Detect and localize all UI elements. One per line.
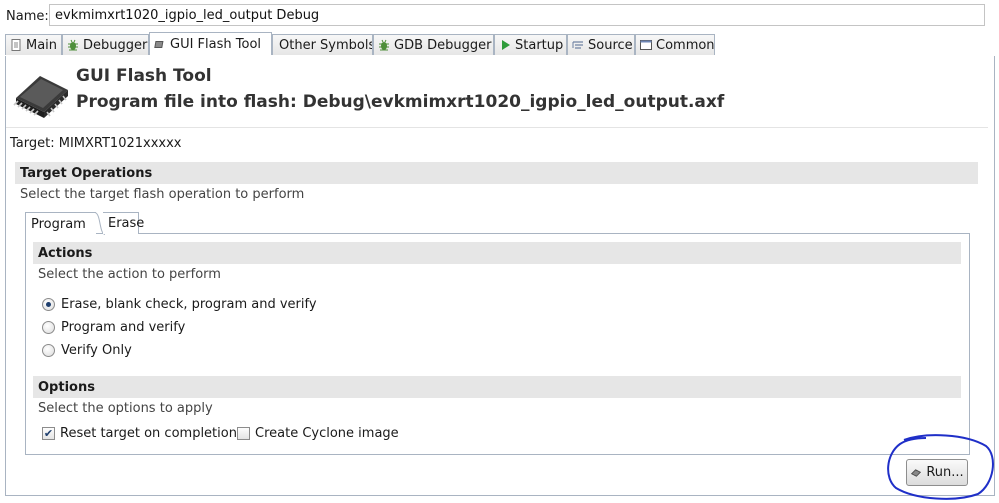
tab-label: Common [656, 37, 715, 53]
options-description: Select the options to apply [38, 401, 213, 416]
checkbox-create-cyclone-image[interactable]: Create Cyclone image [237, 426, 399, 441]
checkbox-label: Create Cyclone image [255, 426, 399, 441]
section-title: Actions [38, 245, 93, 261]
name-label: Name: [6, 9, 49, 24]
play-icon [499, 39, 511, 51]
tab-label: Erase [108, 216, 145, 231]
actions-heading: Actions [33, 242, 961, 264]
tab-source[interactable]: Source [567, 34, 635, 55]
flash-chip-icon [10, 68, 72, 120]
tab-common[interactable]: Common [635, 34, 715, 55]
run-button[interactable]: Run... [906, 459, 968, 486]
tab-debugger[interactable]: Debugger [62, 34, 149, 55]
target-operations-heading: Target Operations [15, 162, 978, 184]
checkbox-label: Reset target on completion [60, 426, 237, 441]
radio-label: Verify Only [61, 343, 132, 358]
tab-startup[interactable]: Startup [494, 34, 567, 55]
tab-gui-flash-tool[interactable]: GUI Flash Tool [149, 32, 272, 55]
tab-label: GUI Flash Tool [170, 36, 262, 52]
page-icon [10, 39, 22, 51]
chip-icon [910, 467, 922, 479]
launch-config-tabbar: Main Debugger GUI Flash Tool Other Symbo… [5, 32, 995, 57]
tab-label: Program [31, 216, 86, 232]
radio-button[interactable] [42, 321, 55, 334]
actions-description: Select the action to perform [38, 267, 221, 282]
checkbox[interactable] [237, 427, 250, 440]
configuration-name-input[interactable] [49, 4, 985, 26]
radio-label: Program and verify [61, 320, 186, 335]
section-title: Options [38, 379, 95, 395]
radio-button[interactable] [42, 298, 55, 311]
section-title: Target Operations [20, 165, 153, 181]
window-icon [640, 39, 652, 51]
radio-button[interactable] [42, 344, 55, 357]
tab-label: GDB Debugger [394, 37, 492, 53]
source-icon [572, 39, 584, 51]
tab-label: Source [588, 37, 633, 53]
checkbox[interactable]: ✔ [42, 427, 55, 440]
options-heading: Options [33, 376, 961, 398]
page-title: GUI Flash Tool [76, 66, 212, 86]
bug-icon [67, 39, 79, 51]
tab-label: Main [26, 37, 58, 53]
target-label: Target: MIMXRT1021xxxxx [10, 136, 182, 151]
tab-gdb-debugger[interactable]: GDB Debugger [373, 34, 494, 55]
tab-label: Other Symbols [279, 37, 373, 53]
tab-main[interactable]: Main [5, 34, 62, 55]
radio-erase-blank-program-verify[interactable]: Erase, blank check, program and verify [42, 297, 317, 312]
tab-label: Debugger [83, 37, 148, 53]
chip-icon [154, 38, 166, 50]
radio-label: Erase, blank check, program and verify [61, 297, 317, 312]
run-button-label: Run... [926, 465, 964, 480]
target-operations-description: Select the target flash operation to per… [20, 187, 305, 202]
bug-icon [378, 39, 390, 51]
tab-erase[interactable]: Erase [103, 212, 144, 234]
operation-tabs: Program Erase [25, 212, 970, 235]
checkbox-reset-target[interactable]: ✔ Reset target on completion [42, 426, 237, 441]
tab-program[interactable]: Program [25, 212, 96, 235]
page-subtitle: Program file into flash: Debug\evkmimxrt… [76, 92, 725, 112]
tab-other-symbols[interactable]: Other Symbols [272, 34, 373, 55]
radio-program-and-verify[interactable]: Program and verify [42, 320, 185, 335]
radio-verify-only[interactable]: Verify Only [42, 343, 132, 358]
tab-label: Startup [515, 37, 564, 53]
